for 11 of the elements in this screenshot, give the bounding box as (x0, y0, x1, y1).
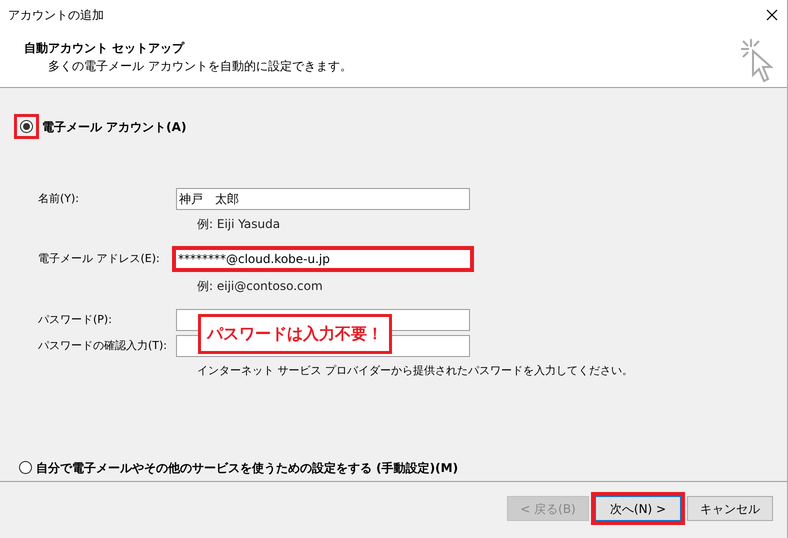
callout-tooltip: パスワードは入力不要！ (198, 314, 392, 354)
window-title: アカウントの追加 (8, 7, 104, 24)
field-label: 電子メール アドレス(E): (38, 250, 161, 267)
field-label: 名前(Y): (38, 190, 80, 207)
password-note: インターネット サービス プロバイダーから提供されたパスワードを入力してください。 (196, 363, 634, 379)
example-hint: 例: eiji@contoso.com (196, 278, 324, 295)
example-hint: 例: Eiji Yasuda (196, 216, 282, 233)
header-title: 自動アカウント セットアップ (24, 40, 186, 57)
field-label: パスワード(P): (38, 312, 113, 328)
field-label: パスワードの確認入力(T): (38, 338, 168, 354)
header-subtitle: 多くの電子メール アカウントを自動的に設定できます。 (47, 58, 352, 75)
